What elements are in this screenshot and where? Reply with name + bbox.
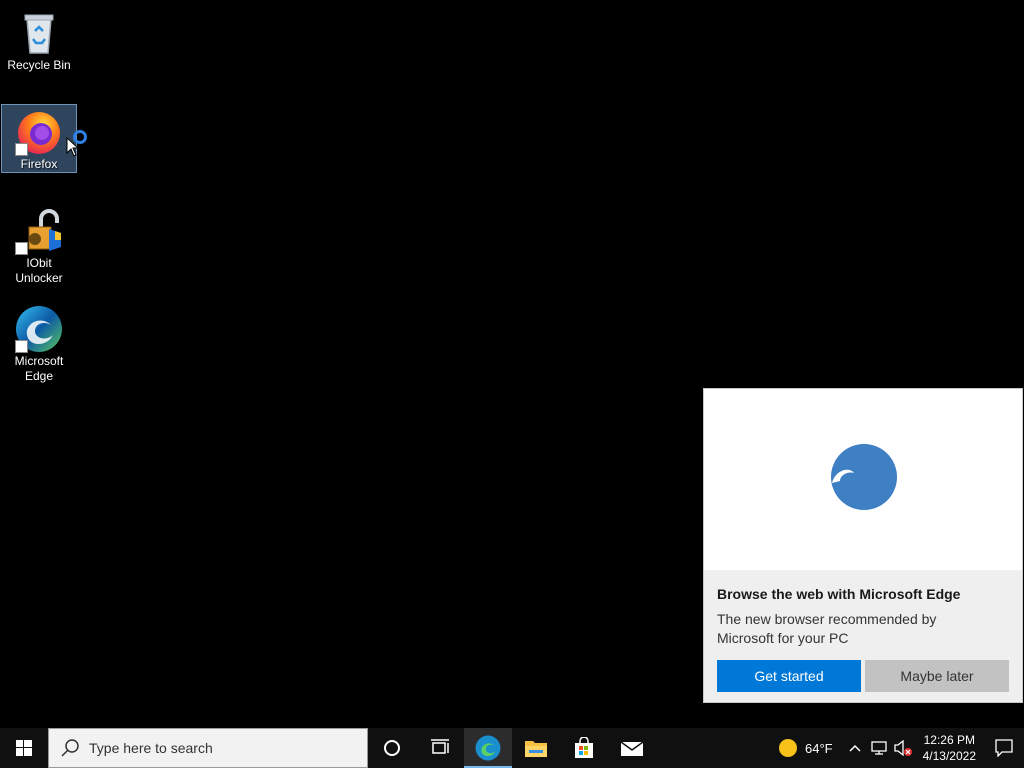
- network-button[interactable]: [867, 728, 891, 768]
- flyout-description: The new browser recommended by Microsoft…: [717, 611, 937, 646]
- desktop-icon-label: Firefox: [20, 157, 58, 171]
- volume-button[interactable]: [891, 728, 915, 768]
- flyout-title: Browse the web with Microsoft Edge: [717, 586, 961, 602]
- start-button[interactable]: [0, 728, 48, 768]
- firefox-icon: [15, 108, 63, 156]
- task-view-icon: [431, 739, 449, 754]
- desktop-icon-label: Recycle Bin: [7, 58, 71, 72]
- taskbar-app-file-explorer[interactable]: [512, 728, 560, 768]
- taskbar-app-mail[interactable]: [608, 728, 656, 768]
- clock[interactable]: 12:26 PM 4/13/2022: [915, 732, 984, 764]
- task-view-button[interactable]: [416, 728, 464, 768]
- desktop: Recycle Bin Firefox IObit Unlocker Micro…: [0, 0, 1024, 728]
- system-tray: 64°F 12:26 PM 4/13/2022: [769, 728, 1024, 768]
- cortana-icon: [384, 740, 400, 756]
- edge-recommendation-flyout: Browse the web with Microsoft Edge The n…: [703, 388, 1023, 703]
- clock-date: 4/13/2022: [922, 749, 976, 763]
- maybe-later-button[interactable]: Maybe later: [865, 660, 1009, 692]
- iobit-unlocker-icon: [15, 207, 63, 255]
- volume-muted-icon: [893, 740, 912, 756]
- recycle-bin-icon: [15, 9, 63, 57]
- action-center-button[interactable]: [984, 728, 1024, 768]
- taskbar: Type here to search 64°F 12:26 PM 4/13/2…: [0, 728, 1024, 768]
- mail-icon: [620, 741, 644, 756]
- temperature: 64°F: [805, 740, 833, 756]
- search-icon: [61, 739, 79, 757]
- notification-icon: [995, 739, 1013, 757]
- windows-logo-icon: [16, 740, 32, 756]
- chevron-up-icon: [849, 744, 861, 752]
- edge-icon: [15, 305, 63, 353]
- sun-icon: [779, 739, 797, 757]
- edge-icon: [475, 735, 501, 761]
- show-hidden-icons-button[interactable]: [843, 728, 867, 768]
- desktop-icon-iobit-unlocker[interactable]: IObit Unlocker: [1, 204, 77, 286]
- edge-logo-icon: [831, 444, 897, 510]
- desktop-icon-microsoft-edge[interactable]: Microsoft Edge: [1, 302, 77, 384]
- mouse-pointer-icon: [66, 137, 80, 157]
- store-icon: [575, 737, 593, 758]
- taskbar-app-edge[interactable]: [464, 728, 512, 768]
- flyout-hero: [704, 389, 1022, 570]
- shortcut-arrow-icon: [15, 242, 28, 255]
- desktop-icon-recycle-bin[interactable]: Recycle Bin: [1, 6, 77, 73]
- clock-time: 12:26 PM: [923, 733, 975, 747]
- search-placeholder: Type here to search: [89, 740, 213, 756]
- search-input[interactable]: Type here to search: [48, 728, 368, 768]
- network-icon: [870, 741, 887, 755]
- file-explorer-icon: [525, 741, 547, 757]
- weather-widget[interactable]: 64°F: [769, 739, 843, 757]
- cortana-button[interactable]: [368, 728, 416, 768]
- taskbar-app-store[interactable]: [560, 728, 608, 768]
- shortcut-arrow-icon: [15, 143, 28, 156]
- get-started-button[interactable]: Get started: [717, 660, 861, 692]
- desktop-icon-label: IObit Unlocker: [15, 256, 63, 285]
- shortcut-arrow-icon: [15, 340, 28, 353]
- desktop-icon-label: Microsoft Edge: [14, 354, 64, 383]
